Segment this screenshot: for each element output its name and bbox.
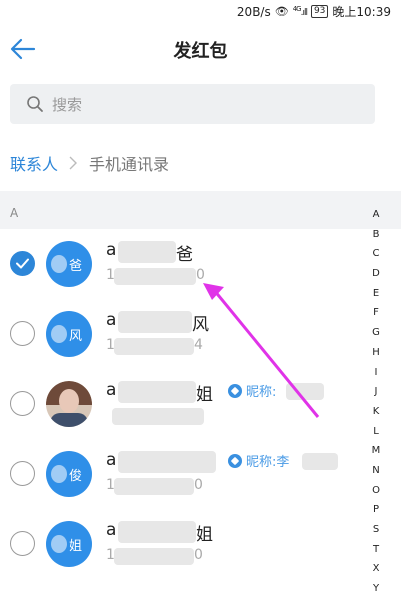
alphabet-index-letter[interactable]: B: [373, 225, 380, 245]
redaction-blur: [114, 478, 194, 495]
contact-checkbox[interactable]: [10, 531, 35, 556]
alphabet-index-letter[interactable]: Y: [373, 579, 379, 591]
avatar: 风: [46, 311, 92, 357]
alphabet-index-letter[interactable]: L: [373, 422, 379, 442]
contact-row[interactable]: 风 a 风 1 4: [0, 299, 365, 369]
alphabet-index-letter[interactable]: E: [373, 284, 379, 304]
name-suffix: 姐: [196, 385, 213, 405]
avatar: 爸: [46, 241, 92, 287]
nickname-label: 昵称:李: [246, 455, 290, 470]
redaction-blur: [114, 548, 194, 565]
alphabet-index-letter[interactable]: T: [373, 540, 379, 560]
avatar-blur: [51, 255, 67, 273]
contact-row[interactable]: 姐 a 姐 1 0: [0, 509, 365, 579]
alphabet-index-letter[interactable]: F: [373, 303, 379, 323]
name-prefix: a: [106, 450, 117, 470]
check-icon: [16, 258, 29, 269]
section-header: A: [0, 191, 401, 229]
contact-checkbox[interactable]: [10, 461, 35, 486]
redaction-blur: [302, 453, 338, 470]
contact-checkbox[interactable]: [10, 251, 35, 276]
avatar-initial: 爸: [69, 259, 83, 274]
avatar-blur: [51, 325, 67, 343]
diamond-badge-icon: [228, 454, 242, 468]
network-type: 4G: [292, 5, 302, 13]
search-placeholder: 搜索: [52, 96, 83, 114]
search-icon: [27, 96, 43, 112]
phone-suffix: 0: [194, 547, 203, 563]
contact-checkbox[interactable]: [10, 321, 35, 346]
status-bar: 20B/s 👁 4G.ıll 93 晚上10:39: [0, 0, 401, 22]
avatar-initial: 风: [69, 329, 83, 344]
alphabet-index-letter[interactable]: K: [373, 402, 380, 422]
alphabet-index-letter[interactable]: I: [375, 363, 378, 383]
contact-row[interactable]: 俊 a 昵称:李 1 0: [0, 439, 365, 509]
redaction-blur: [118, 381, 196, 403]
redaction-blur: [118, 451, 216, 473]
alphabet-index-letter[interactable]: P: [373, 500, 379, 520]
avatar-blur: [51, 465, 67, 483]
page-title: 发红包: [173, 41, 228, 62]
avatar: [46, 381, 92, 427]
alphabet-index[interactable]: ABCDEFGHIJKLMNOPSTXY: [368, 205, 384, 591]
clock: 晚上10:39: [332, 5, 391, 19]
avatar-blur: [51, 535, 67, 553]
alphabet-index-letter[interactable]: D: [372, 264, 380, 284]
name-prefix: a: [106, 380, 117, 400]
alphabet-index-letter[interactable]: J: [375, 382, 378, 402]
battery-icon: 93: [310, 5, 329, 18]
phone-suffix: 0: [194, 477, 203, 493]
breadcrumb-phone-contacts: 手机通讯录: [89, 155, 170, 174]
network-speed: 20B/s: [236, 4, 271, 19]
redaction-blur: [118, 311, 192, 333]
avatar: 俊: [46, 451, 92, 497]
nickname-label: 昵称:: [246, 385, 277, 400]
alphabet-index-letter[interactable]: C: [373, 244, 380, 264]
contact-row[interactable]: a 姐 昵称:: [0, 369, 365, 439]
name-suffix: 爸: [176, 245, 193, 265]
contact-row[interactable]: 爸 a 爸 1 0: [0, 229, 365, 299]
battery-level: 93: [313, 6, 326, 16]
redaction-blur: [114, 268, 196, 285]
name-prefix: a: [106, 310, 117, 330]
alphabet-index-letter[interactable]: A: [373, 205, 380, 225]
breadcrumb-contacts[interactable]: 联系人: [10, 151, 58, 175]
phone-suffix: 0: [196, 267, 205, 283]
signal-icon: 4G.ıll: [292, 5, 308, 18]
search-input[interactable]: 搜索: [10, 84, 375, 124]
avatar-initial: 姐: [69, 539, 83, 554]
contact-checkbox[interactable]: [10, 391, 35, 416]
name-prefix: a: [106, 240, 117, 260]
alphabet-index-letter[interactable]: G: [372, 323, 380, 343]
avatar-photo-shirt: [50, 413, 88, 427]
breadcrumb: 联系人 手机通讯录: [10, 151, 169, 175]
name-suffix: 风: [192, 315, 209, 335]
section-letter: A: [10, 206, 19, 220]
redaction-blur: [112, 408, 204, 425]
name-prefix: a: [106, 520, 117, 540]
redaction-blur: [286, 383, 324, 400]
avatar-initial: 俊: [69, 469, 83, 484]
nav-bar: 发红包: [0, 22, 401, 76]
name-suffix: 姐: [196, 525, 213, 545]
redaction-blur: [114, 338, 194, 355]
phone-suffix: 4: [194, 337, 203, 353]
status-indicators: 20B/s 👁 4G.ıll 93 晚上10:39: [237, 3, 391, 20]
alphabet-index-letter[interactable]: H: [372, 343, 380, 363]
alphabet-index-letter[interactable]: O: [372, 481, 380, 501]
eye-icon: 👁: [274, 5, 289, 18]
avatar: 姐: [46, 521, 92, 567]
avatar-photo-face: [59, 389, 79, 413]
alphabet-index-letter[interactable]: M: [372, 441, 381, 461]
redaction-blur: [118, 521, 196, 543]
diamond-badge-icon: [228, 384, 242, 398]
alphabet-index-letter[interactable]: N: [372, 461, 379, 481]
redaction-blur: [118, 241, 176, 263]
alphabet-index-letter[interactable]: S: [373, 520, 379, 540]
chevron-right-icon: [69, 156, 78, 170]
alphabet-index-letter[interactable]: X: [373, 559, 380, 579]
